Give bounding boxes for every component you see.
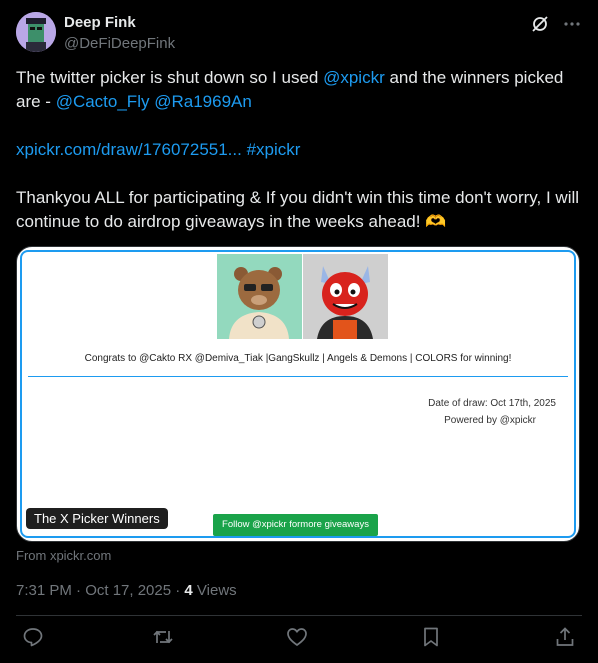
tweet-line-1: The twitter picker is shut down so I use… xyxy=(16,66,582,114)
timestamp[interactable]: 7:31 PM · Oct 17, 2025 · xyxy=(16,582,184,599)
views-label: Views xyxy=(192,582,237,599)
mention-xpickr[interactable]: @xpickr xyxy=(323,68,385,87)
tweet-line-3: Thankyou ALL for participating & If you … xyxy=(16,188,580,231)
avatar[interactable] xyxy=(16,12,56,52)
follow-xpickr-button: Follow @xpickr formore giveaways xyxy=(213,514,378,536)
more-icon[interactable] xyxy=(562,14,582,34)
like-icon[interactable] xyxy=(286,626,310,650)
tweet-line-2: xpickr.com/draw/176072551... #xpickr xyxy=(16,138,582,162)
bookmark-icon[interactable] xyxy=(420,626,444,650)
mention-cacto-fly[interactable]: @Cacto_Fly xyxy=(56,92,150,111)
powered-by: Powered by @xpickr xyxy=(444,415,536,426)
divider xyxy=(16,615,582,616)
tweet-text: The twitter picker is shut down so I use… xyxy=(16,66,582,234)
reply-icon[interactable] xyxy=(22,626,46,650)
draw-link[interactable]: xpickr.com/draw/176072551... xyxy=(16,140,242,159)
user-handle[interactable]: @DeFiDeepFink xyxy=(64,35,175,52)
card-congrats-text: Congrats to @Cakto RX @Demiva_Tiak |Gang… xyxy=(84,353,512,364)
card-title-badge: The X Picker Winners xyxy=(26,508,168,529)
action-bar xyxy=(16,626,582,652)
share-icon[interactable] xyxy=(554,626,578,650)
tweet-text-1: The twitter picker is shut down so I use… xyxy=(16,68,324,87)
card-source[interactable]: From xpickr.com xyxy=(16,548,111,563)
repost-icon[interactable] xyxy=(152,626,176,650)
tweet-meta: 7:31 PM · Oct 17, 2025 · 4 Views xyxy=(16,582,237,599)
date-of-draw: Date of draw: Oct 17th, 2025 xyxy=(428,398,556,409)
tweet-header: Deep Fink @DeFiDeepFink xyxy=(16,12,582,56)
display-name[interactable]: Deep Fink xyxy=(64,14,136,31)
hashtag-xpickr[interactable]: #xpickr xyxy=(247,140,301,159)
grok-icon[interactable] xyxy=(530,14,550,34)
views-count: 4 xyxy=(184,582,193,599)
card-divider xyxy=(28,376,568,377)
link-card[interactable]: Congrats to @Cakto RX @Demiva_Tiak |Gang… xyxy=(16,246,580,542)
mention-ra1969an[interactable]: @Ra1969An xyxy=(154,92,252,111)
card-frame: Congrats to @Cakto RX @Demiva_Tiak |Gang… xyxy=(20,250,576,538)
bear-nft-image xyxy=(217,254,302,339)
top-icons xyxy=(530,14,582,34)
devil-nft-image xyxy=(303,254,388,339)
